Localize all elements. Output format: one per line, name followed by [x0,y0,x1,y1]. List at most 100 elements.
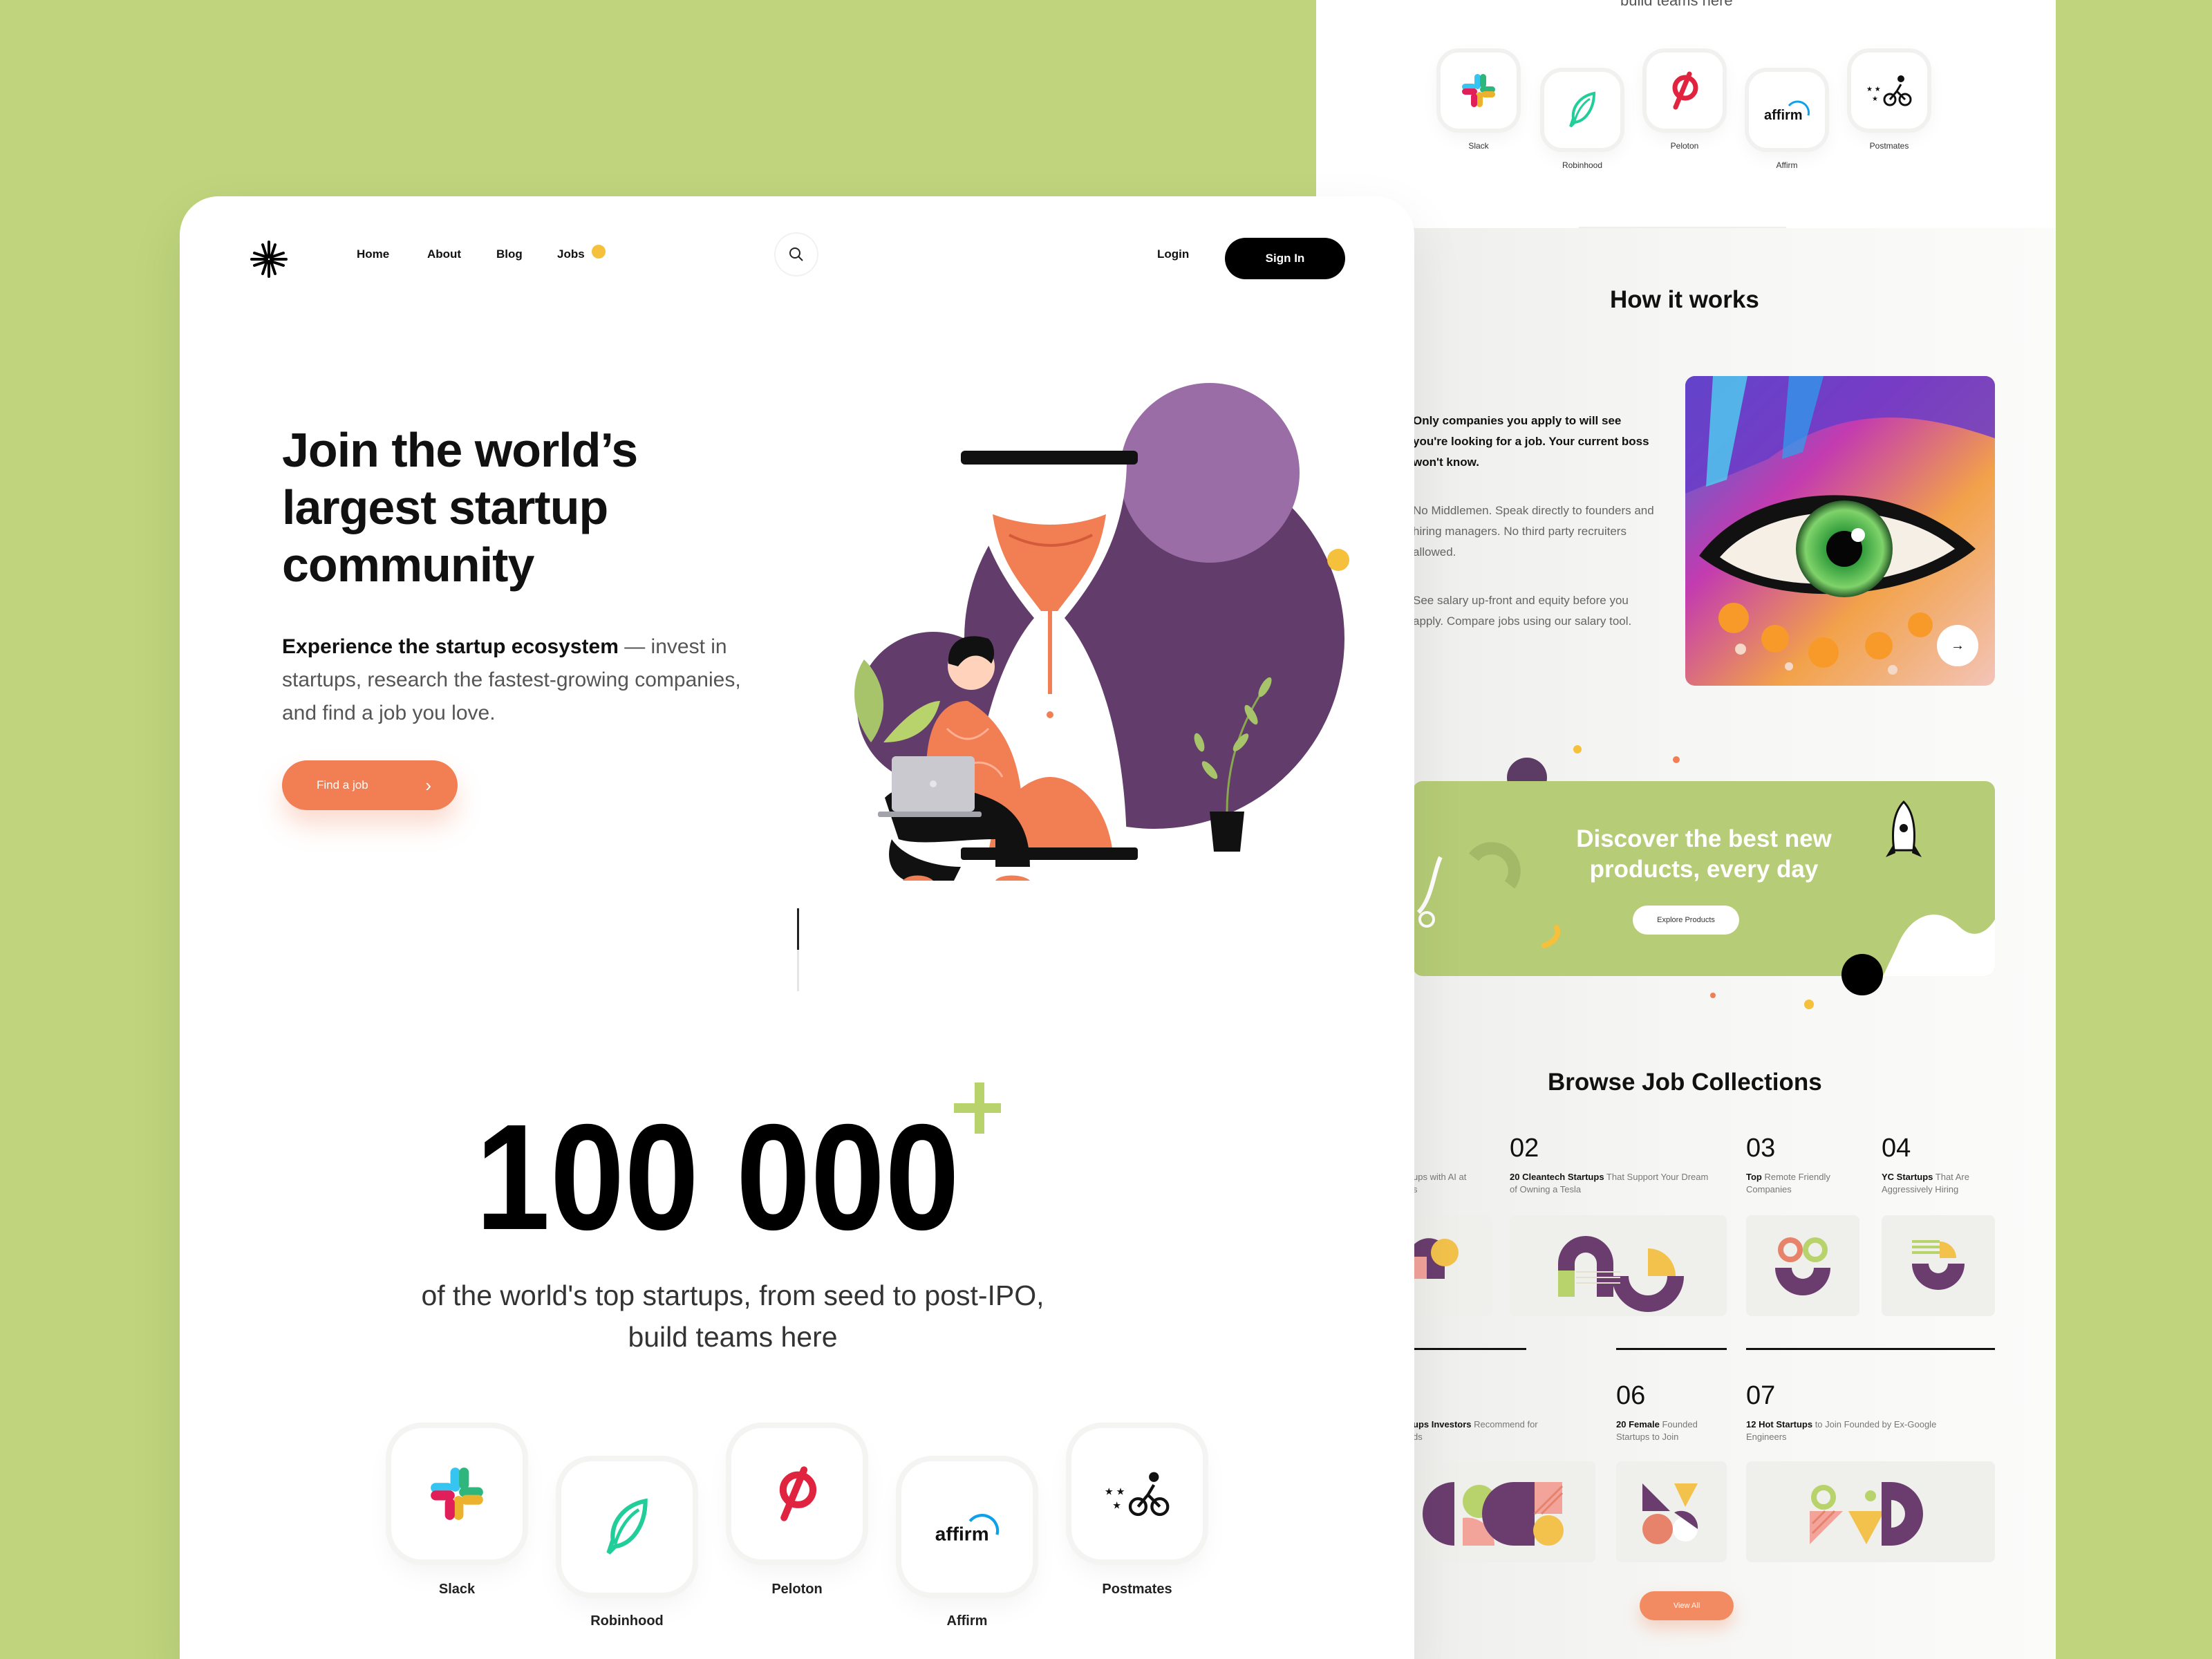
collection-4-bold: YC Startups [1882,1172,1933,1182]
how-it-works-lead: Only companies you apply to will see you… [1413,414,1649,469]
how-it-works-title: How it works [1610,286,1759,313]
collection-6-card[interactable] [1616,1461,1727,1562]
find-job-label: Find a job [317,778,368,791]
affirm-logo-tile[interactable]: affirm [901,1461,1033,1593]
svg-text:★ ★: ★ ★ [1105,1486,1125,1497]
svg-text:affirm: affirm [1764,108,1803,123]
postmates-icon: ★ ★ ★ [1866,75,1912,106]
search-icon [789,247,803,261]
collection-3-card[interactable] [1746,1215,1859,1316]
collection-6-desc: 20 Female Founded Startups to Join [1616,1418,1727,1443]
collection-4-card[interactable] [1882,1215,1995,1316]
hourglass-illustration [823,355,1362,908]
nav-about[interactable]: About [427,247,461,261]
divider-rule [1746,1348,1995,1350]
affirm-label: Affirm [1776,160,1798,170]
nav-blog[interactable]: Blog [496,247,523,261]
collection-1-card[interactable] [1413,1215,1492,1316]
hero-title-line2: largest startup [282,480,608,534]
hero-title: Join the world’s largest startup communi… [282,422,766,594]
collection-7-card[interactable] [1746,1461,1995,1562]
peloton-icon [1672,71,1698,110]
postmates-icon: ★ ★ ★ [1105,1472,1170,1517]
collection-2-card[interactable] [1510,1215,1727,1316]
collection-7-art [1810,1482,1923,1546]
peloton-label: Peloton [771,1582,823,1597]
affirm-icon: affirm [1764,100,1810,123]
view-all-button[interactable]: View All [1640,1591,1734,1620]
svg-text:★ ★: ★ ★ [1866,86,1881,93]
collection-5-art [1423,1482,1564,1546]
collection-5-bold: ups Investors [1413,1419,1472,1430]
collection-3-num: 03 [1746,1134,1776,1163]
peloton-logo-tile[interactable] [731,1428,863,1559]
collection-2-bold: 20 Cleantech Startups [1510,1172,1604,1182]
hero-description: Experience the startup ecosystem — inves… [282,630,766,730]
scroll-indicator [797,908,799,991]
search-button[interactable] [776,234,817,275]
login-button[interactable]: Login [1157,247,1189,261]
slack-label: Slack [438,1582,476,1597]
svg-text:★: ★ [1872,95,1878,103]
hero-desc-bold: Experience the startup ecosystem [282,635,619,658]
how-it-works-p1: No Middlemen. Speak directly to founders… [1413,504,1654,559]
explore-products-button[interactable]: Explore Products [1633,906,1739,935]
divider [1579,227,1786,228]
slack-logo-tile[interactable] [391,1428,523,1559]
slack-icon [431,1468,483,1520]
collection-1-art [1413,1238,1459,1279]
decor-dot [1710,993,1716,998]
next-arrow-button[interactable]: → [1937,625,1978,666]
jobs-notification-dot [592,245,606,259]
affirm-label: Affirm [946,1613,988,1629]
collection-5-card[interactable] [1413,1461,1595,1562]
robinhood-icon [1569,91,1596,128]
hero-title-line3: community [282,538,534,592]
decor-dot [1673,756,1680,763]
stat-caption: of the world's top startups, from seed t… [387,1275,1078,1358]
landing-page: Home About Blog Jobs Login Sign In Join … [180,196,1414,1659]
decor-dot [1841,954,1883,995]
nav-home[interactable]: Home [357,247,389,261]
stat-caption-line2: build teams here [628,1321,838,1353]
peloton-logo-tile[interactable] [1647,53,1723,129]
divider-rule [1413,1348,1526,1350]
robinhood-label: Robinhood [1562,160,1603,170]
robinhood-label: Robinhood [590,1613,664,1629]
chevron-right-icon: › [425,775,431,796]
slack-logo-tile[interactable] [1441,53,1517,129]
collections-title: Browse Job Collections [1548,1069,1822,1096]
nav-jobs[interactable]: Jobs [557,247,585,261]
collection-6-num: 06 [1616,1381,1646,1410]
logo-icon[interactable] [247,238,290,281]
sign-in-button[interactable]: Sign In [1225,238,1345,279]
find-job-button[interactable]: Find a job › [282,760,458,810]
stat-caption-line1: of the world's top startups, from seed t… [421,1280,1044,1311]
startup-count-number: 100 000 [476,1094,959,1250]
banner-title-line2: products, every day [1589,856,1819,883]
divider-rule [1616,1348,1727,1350]
collection-5-desc: ups Investors Recommend for ds [1413,1418,1606,1443]
peloton-icon [779,1466,817,1521]
collection-3-bold: Top [1746,1172,1762,1182]
top-caption: build teams here [1620,0,1733,9]
postmates-logo-tile[interactable]: ★ ★ ★ [1851,53,1927,129]
postmates-logo-tile[interactable]: ★ ★ ★ [1071,1428,1203,1559]
arrow-right-icon: → [1951,637,1965,653]
robinhood-logo-tile[interactable] [1544,72,1620,148]
postmates-label: Postmates [1869,141,1909,151]
collection-4-num: 04 [1882,1134,1911,1163]
collection-2-art [1558,1236,1684,1312]
affirm-logo-tile[interactable]: affirm [1749,72,1825,148]
collection-1-desc: ups with AI at s [1413,1172,1467,1194]
collection-4-art [1912,1240,1965,1290]
collection-3-art [1775,1237,1830,1295]
startup-count: 100 000 [476,1077,1005,1262]
banner-title-line1: Discover the best new [1576,825,1832,852]
robinhood-logo-tile[interactable] [561,1461,693,1593]
slack-label: Slack [1468,141,1489,151]
collection-6-bold: 20 Female [1616,1419,1660,1430]
background-page: build teams here Slack Robinhood Peloton… [1316,0,2056,1659]
affirm-icon: affirm [935,1514,1000,1545]
decor-dot [1804,1000,1814,1009]
